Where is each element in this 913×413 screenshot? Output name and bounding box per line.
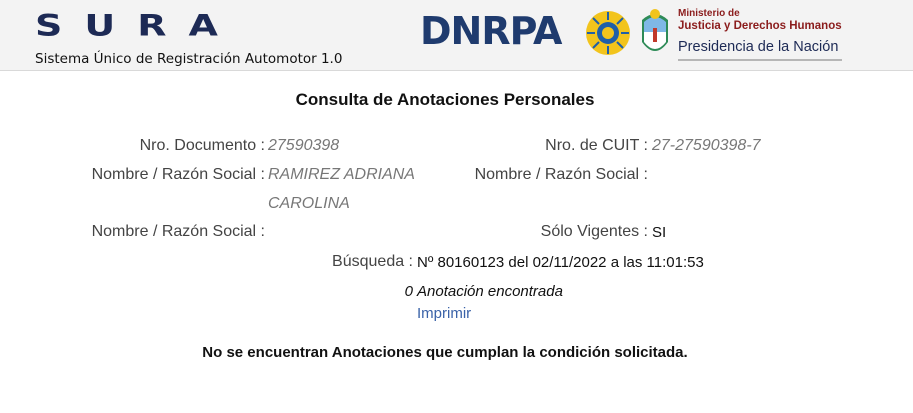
nombre-razon-social-value-1b: CAROLINA <box>268 195 350 212</box>
nro-documento-value: 27590398 <box>268 137 340 154</box>
nombre-razon-social-label-3: Nombre / Razón Social : <box>91 223 265 240</box>
page-title: Consulta de Anotaciones Personales <box>295 90 595 109</box>
results-count-label: Anotación encontrada <box>417 283 563 300</box>
ministerio-logo: Ministerio de Justicia y Derechos Humano… <box>678 8 843 61</box>
nombre-razon-social-value-1a: RAMIREZ ADRIANA <box>268 166 415 183</box>
nombre-razon-social-label-1: Nombre / Razón Social : <box>91 166 265 183</box>
solo-vigentes-value: SI <box>652 224 667 241</box>
nombre-razon-social-label-2: Nombre / Razón Social : <box>474 166 648 183</box>
ministerio-line-2: Justicia y Derechos Humanos <box>678 20 842 32</box>
print-link[interactable]: Imprimir <box>417 305 471 322</box>
nro-documento-label: Nro. Documento : <box>139 137 265 154</box>
no-results-notice: No se encuentran Anotaciones que cumplan… <box>202 344 688 361</box>
coat-of-arms-icon <box>642 9 668 51</box>
header-bar: SURA Sistema Único de Registración Autom… <box>0 0 913 71</box>
ministerio-line-1: Ministerio de <box>678 8 740 19</box>
busqueda-label: Búsqueda : <box>332 253 413 270</box>
nro-cuit-label: Nro. de CUIT : <box>545 137 648 154</box>
results-count: 0 <box>404 283 413 300</box>
ministerio-line-3: Presidencia de la Nación <box>678 37 843 61</box>
dnrpa-logo-text: DNRPA <box>420 9 562 53</box>
sura-logo: SURA Sistema Único de Registración Autom… <box>35 8 342 67</box>
sura-subtitle: Sistema Único de Registración Automotor … <box>35 51 343 67</box>
nro-cuit-value: 27-27590398-7 <box>652 137 761 154</box>
sun-emblem-icon <box>586 11 630 55</box>
busqueda-value: Nº 80160123 del 02/11/2022 a las 11:01:5… <box>417 254 704 271</box>
sura-logo-text: SURA <box>35 8 240 43</box>
solo-vigentes-label: Sólo Vigentes : <box>540 223 648 240</box>
